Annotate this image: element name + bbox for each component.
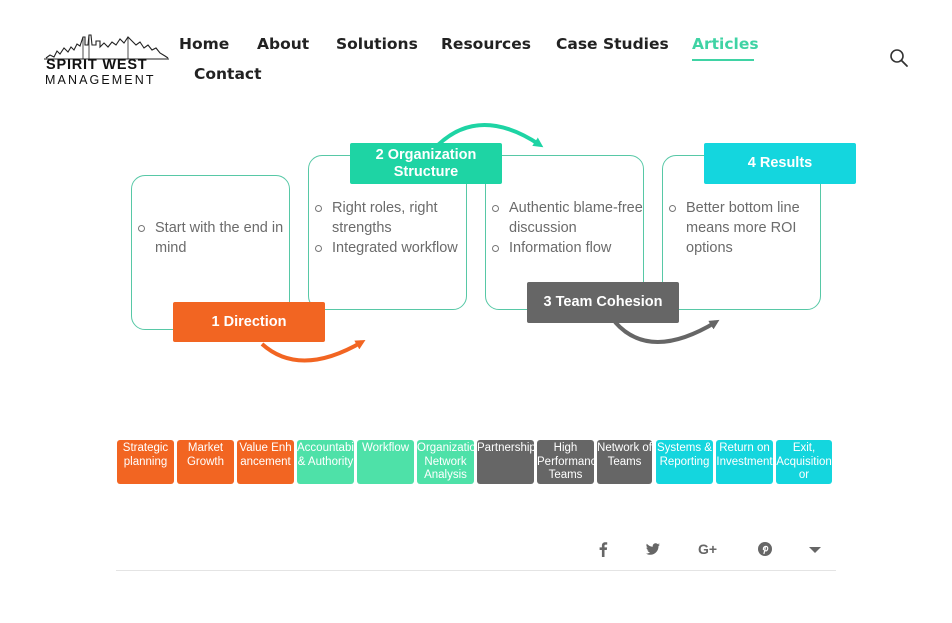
tile-value-enhancement[interactable]: Value Enhancement	[237, 440, 294, 484]
tile-systems-reporting[interactable]: Systems & Reporting	[656, 440, 713, 484]
tile-label: Exit, Acquisition or	[776, 442, 832, 481]
tile-label: Accountability & Authority	[297, 442, 354, 468]
tile-label: Value Enhancement	[239, 442, 292, 468]
step-3-label: 3 Team Cohesion	[527, 282, 679, 323]
tile-label: Partnerships	[477, 442, 534, 454]
tile-accountability-authority[interactable]: Accountability & Authority	[297, 440, 354, 484]
tile-organization-network-analysis[interactable]: Organization Network Analysis	[417, 440, 474, 484]
google-plus-icon[interactable]: G+	[698, 538, 720, 560]
tile-label: Market Growth	[186, 442, 225, 468]
tile-label: High Performance Teams	[537, 442, 594, 481]
tile-workflow[interactable]: Workflow	[357, 440, 414, 484]
tile-high-performance-teams[interactable]: High Performance Teams	[537, 440, 594, 484]
tile-network-of-teams[interactable]: Network of Teams	[597, 440, 652, 484]
diagram-flow-arrows	[260, 123, 720, 363]
tile-label: Organization Network Analysis	[417, 442, 474, 481]
facebook-icon[interactable]	[592, 538, 614, 560]
tile-return-on-investment[interactable]: Return on Investment	[716, 440, 773, 484]
tile-label: Systems & Reporting	[657, 442, 712, 468]
arrow-1-to-2	[260, 339, 366, 363]
tile-label: Network of Teams	[597, 442, 652, 468]
tile-label: Workflow	[361, 442, 410, 454]
arrow-2-to-3	[436, 123, 544, 148]
svg-text:G+: G+	[698, 541, 717, 557]
share-divider	[116, 570, 836, 571]
arrow-3-to-4	[613, 319, 720, 344]
twitter-icon[interactable]	[642, 538, 664, 560]
tile-label: Strategic planning	[122, 442, 169, 468]
pinterest-icon[interactable]	[754, 538, 776, 560]
dropdown-caret-icon[interactable]	[804, 538, 826, 560]
step-1-label: 1 Direction	[173, 302, 325, 342]
tile-market-growth[interactable]: Market Growth	[177, 440, 234, 484]
tile-label: Return on Investment	[716, 442, 773, 468]
step-2-label: 2 Organization Structure	[350, 143, 502, 184]
step-4-label: 4 Results	[704, 143, 856, 184]
tile-partnerships[interactable]: Partnerships	[477, 440, 534, 484]
tile-exit-acquisition[interactable]: Exit, Acquisition or	[776, 440, 832, 484]
tile-strategic-planning[interactable]: Strategic planning	[117, 440, 174, 484]
